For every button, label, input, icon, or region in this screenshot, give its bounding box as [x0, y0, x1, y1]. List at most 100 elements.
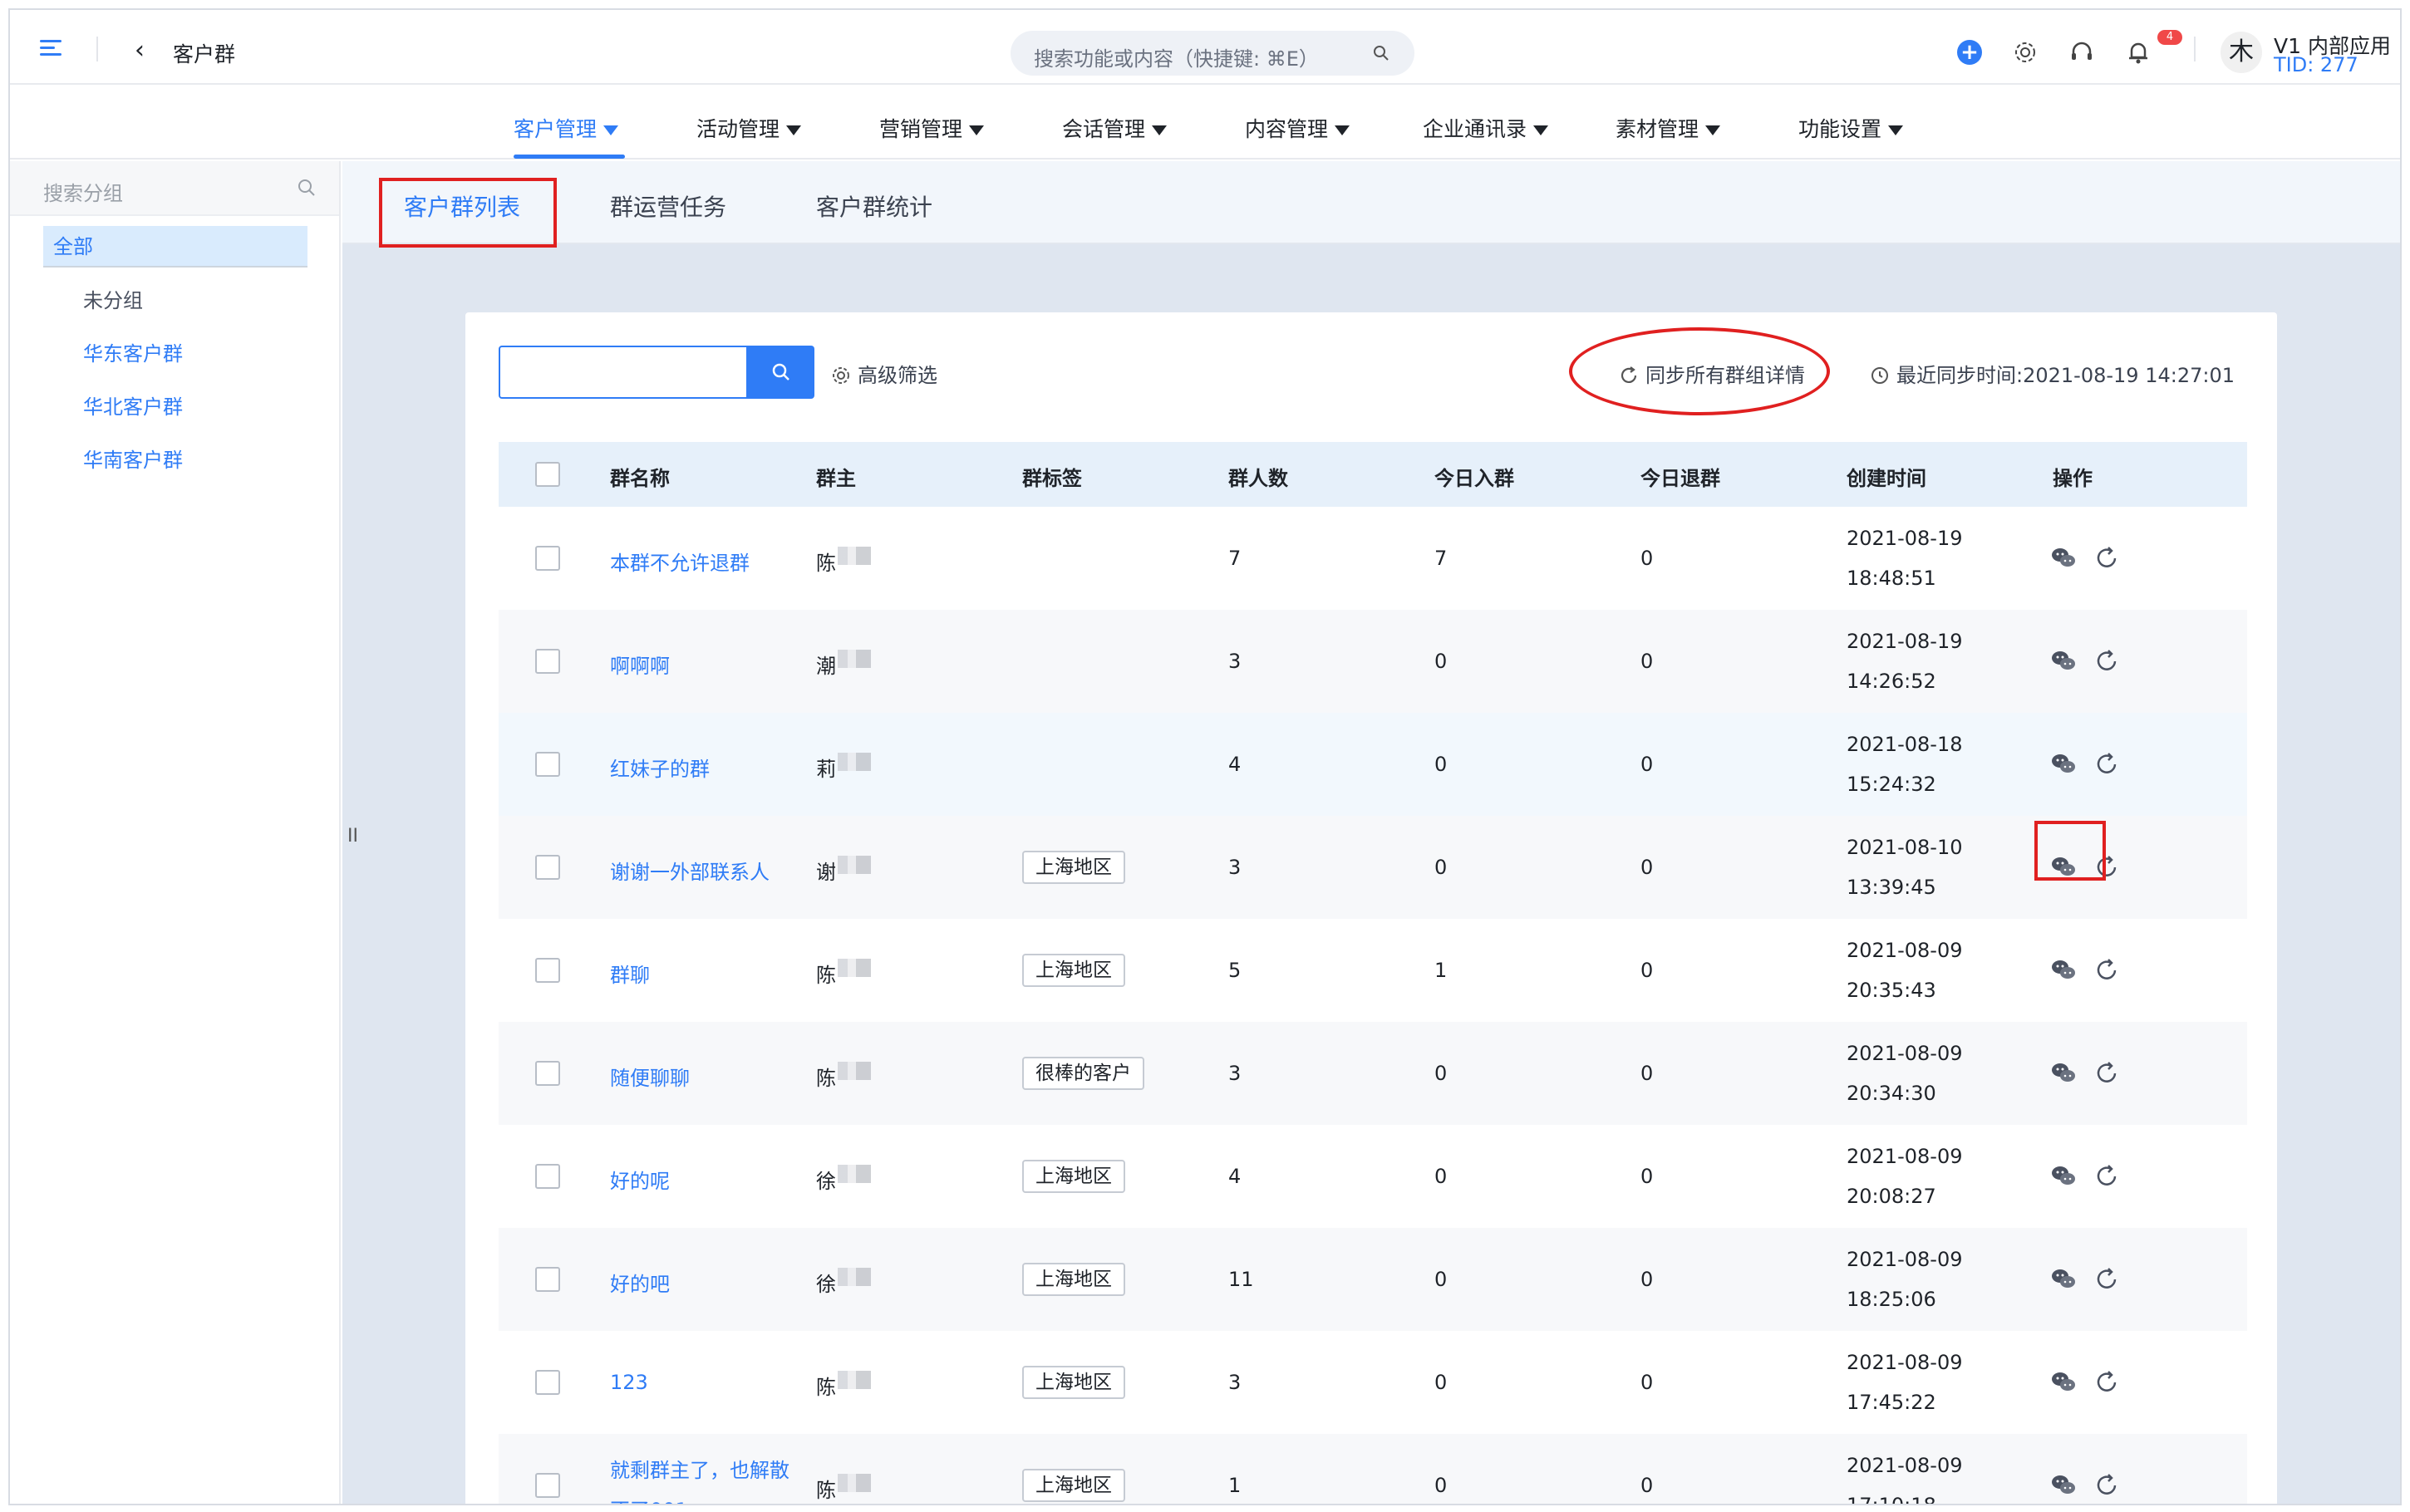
group-search-placeholder: 搜索分组	[43, 182, 123, 205]
sync-icon[interactable]	[2093, 750, 2121, 778]
tab-group-operation-tasks[interactable]: 群运营任务	[610, 189, 726, 223]
group-chat-icon[interactable]	[2049, 1265, 2078, 1294]
row-checkbox[interactable]	[535, 752, 560, 777]
group-name-link[interactable]: 123	[610, 1371, 648, 1394]
nav-feature-settings[interactable]: 功能设置	[1798, 113, 1904, 143]
row-checkbox[interactable]	[535, 958, 560, 983]
created-date: 2021-08-10	[1847, 836, 1963, 859]
sidebar-item-south-china[interactable]: 华南客户群	[83, 444, 183, 473]
gear-icon[interactable]	[2013, 40, 2038, 65]
bell-icon[interactable]	[2126, 40, 2151, 65]
search-button[interactable]	[748, 346, 814, 399]
group-chat-icon[interactable]	[2049, 956, 2078, 984]
row-checkbox[interactable]	[535, 1370, 560, 1395]
sidebar-item-north-china[interactable]: 华北客户群	[83, 390, 183, 420]
table-header: 群名称 群主 群标签 群人数 今日入群 今日退群 创建时间 操作	[499, 442, 2247, 507]
main-nav: 客户管理 活动管理 营销管理 会话管理 内容管理 企业通讯录 素材管理 功能设置	[10, 86, 2400, 160]
joined-today: 7	[1434, 547, 1448, 570]
group-name-link[interactable]: 随便聊聊	[610, 1062, 690, 1091]
group-chat-icon[interactable]	[2049, 544, 2078, 572]
owner-name: 徐	[816, 1273, 836, 1296]
gear-icon	[833, 367, 849, 384]
group-name-link[interactable]: 好的呢	[610, 1165, 670, 1194]
group-chat-icon[interactable]	[2049, 1368, 2078, 1397]
created-time: 20:34:30	[1847, 1082, 1936, 1105]
row-checkbox[interactable]	[535, 1473, 560, 1498]
member-count: 4	[1228, 753, 1242, 776]
sync-icon[interactable]	[2093, 1368, 2121, 1397]
headset-icon[interactable]	[2069, 40, 2094, 65]
group-tag: 上海地区	[1022, 1160, 1125, 1193]
sync-icon[interactable]	[2093, 647, 2121, 675]
sidebar-item-all[interactable]: 全部	[43, 226, 307, 268]
sync-icon[interactable]	[2093, 1162, 2121, 1190]
group-name-link[interactable]: 好的吧	[610, 1268, 670, 1297]
row-checkbox[interactable]	[535, 855, 560, 880]
nav-material-management[interactable]: 素材管理	[1616, 113, 1721, 143]
sync-icon[interactable]	[2093, 544, 2121, 572]
blurred-name-mask	[838, 1371, 871, 1389]
owner-name: 陈	[816, 964, 836, 987]
select-all-checkbox[interactable]	[535, 462, 560, 487]
avatar[interactable]: 木	[2221, 32, 2262, 73]
sync-icon[interactable]	[2093, 1059, 2121, 1087]
left-today: 0	[1640, 959, 1654, 982]
group-name-link-line2[interactable]: 不了001	[610, 1494, 688, 1504]
nav-marketing-management[interactable]: 营销管理	[879, 113, 985, 143]
caret-down-icon	[1335, 125, 1350, 135]
group-tag: 上海地区	[1022, 1366, 1125, 1399]
global-search-input[interactable]: 搜索功能或内容（快捷键: ⌘E）	[1011, 31, 1414, 76]
row-checkbox[interactable]	[535, 1267, 560, 1292]
left-today: 0	[1640, 547, 1654, 570]
sidebar-item-east-china[interactable]: 华东客户群	[83, 337, 183, 366]
nav-content-management[interactable]: 内容管理	[1245, 113, 1350, 143]
panel-splitter-handle[interactable]: II	[347, 826, 358, 847]
group-chat-icon[interactable]	[2049, 1162, 2078, 1190]
row-checkbox[interactable]	[535, 649, 560, 674]
sync-icon[interactable]	[2093, 1265, 2121, 1294]
nav-customer-management[interactable]: 客户管理	[514, 113, 619, 143]
back-chevron-icon[interactable]: ‹	[135, 38, 145, 63]
group-name-link[interactable]: 红妹子的群	[610, 753, 710, 782]
table-row: 123 陈 上海地区 3 0 0 2021-08-09 17:45:22	[499, 1331, 2247, 1434]
column-header: 群主	[816, 467, 856, 490]
group-name-link[interactable]: 谢谢一外部联系人	[610, 856, 770, 885]
group-name-link[interactable]: 群聊	[610, 959, 650, 988]
group-name-link[interactable]: 本群不允许退群	[610, 547, 750, 576]
nav-enterprise-contacts[interactable]: 企业通讯录	[1423, 113, 1549, 143]
group-chat-icon[interactable]	[2049, 1059, 2078, 1087]
sidebar-item-ungrouped[interactable]: 未分组	[83, 284, 143, 313]
group-tag: 上海地区	[1022, 1263, 1125, 1296]
group-owner: 陈	[816, 1062, 871, 1091]
group-name-link[interactable]: 啊啊啊	[610, 650, 670, 679]
group-chat-icon[interactable]	[2049, 647, 2078, 675]
joined-today: 0	[1434, 650, 1448, 673]
caret-down-icon	[1533, 125, 1549, 135]
search-placeholder: 搜索功能或内容（快捷键: ⌘E）	[1034, 47, 1319, 71]
group-chat-icon[interactable]	[2049, 1471, 2078, 1500]
row-checkbox[interactable]	[535, 546, 560, 571]
row-checkbox[interactable]	[535, 1164, 560, 1189]
highlight-box	[379, 178, 557, 248]
add-icon[interactable]: +	[1957, 40, 1982, 65]
group-search-input[interactable]: 搜索分组	[10, 161, 339, 216]
nav-activity-management[interactable]: 活动管理	[696, 113, 802, 143]
created-date: 2021-08-09	[1847, 1042, 1963, 1065]
group-name-link[interactable]: 就剩群主了，也解散	[610, 1454, 789, 1483]
nav-session-management[interactable]: 会话管理	[1062, 113, 1168, 143]
sync-icon[interactable]	[2093, 1471, 2121, 1500]
group-owner: 陈	[816, 547, 871, 576]
column-header: 今日入群	[1434, 467, 1514, 490]
row-checkbox[interactable]	[535, 1061, 560, 1086]
menu-icon[interactable]	[40, 40, 61, 56]
group-chat-icon[interactable]	[2049, 750, 2078, 778]
app-window: ‹ 客户群 搜索功能或内容（快捷键: ⌘E） + 4 木 V1 内部应用 TID…	[8, 8, 2402, 1505]
created-date: 2021-08-18	[1847, 733, 1963, 756]
table-row: 红妹子的群 莉 4 0 0 2021-08-18 15:24:32	[499, 713, 2247, 816]
table-row: 谢谢一外部联系人 谢 上海地区 3 0 0 2021-08-10 13:39:45	[499, 816, 2247, 919]
tab-group-statistics[interactable]: 客户群统计	[816, 189, 932, 223]
group-search-field[interactable]	[499, 346, 748, 399]
created-time: 13:39:45	[1847, 876, 1936, 899]
advanced-filter-button[interactable]: 高级筛选	[831, 359, 937, 388]
sync-icon[interactable]	[2093, 956, 2121, 984]
